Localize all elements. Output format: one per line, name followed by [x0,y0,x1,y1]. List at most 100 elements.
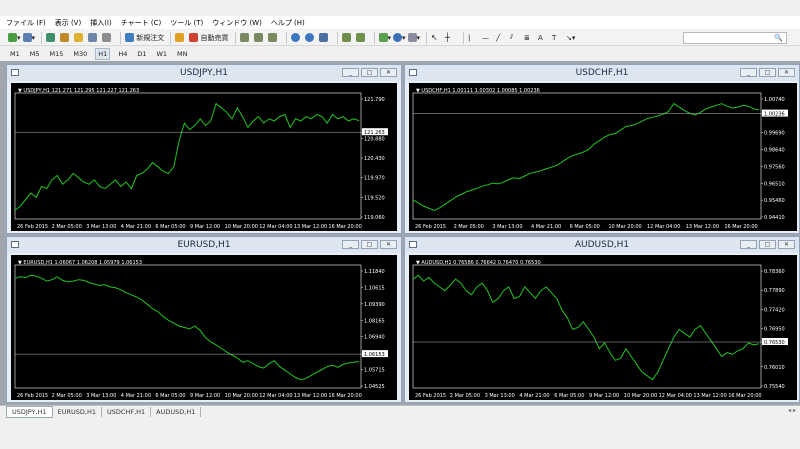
menu-help[interactable]: ヘルプ (H) [271,18,305,28]
close-button[interactable]: ✕ [778,68,795,77]
arrows-button[interactable]: ↘▾ [566,32,578,44]
crosshair-button[interactable]: ┼ [445,32,457,44]
timeframe-h4[interactable]: H4 [116,49,129,59]
arrows-icon: ↘▾ [566,33,576,42]
price-series-line [14,102,360,211]
time-axis-label: 9 Mar 12:00 [589,393,619,399]
chart-window-usdjpy[interactable]: USDJPY,H1 _ □ ✕ ▼ USDJPY,H1 121.271 121.295… [6,64,402,234]
chart-shift-button[interactable] [355,32,368,44]
new-chart-button[interactable]: ▾ [8,32,21,44]
bar-chart-button[interactable] [239,32,252,44]
trendline-button[interactable]: ╱ [496,32,508,44]
price-axis-label: 0.98640 [764,148,785,154]
price-series-line [14,274,360,381]
chart-window-icon [11,69,19,76]
window-title-bar[interactable]: EURUSD,H1 _ □ ✕ [7,237,401,253]
menu-view[interactable]: 表示 (V) [55,18,81,28]
profiles-button[interactable]: ▾ [22,32,35,44]
candlestick-button[interactable] [253,32,266,44]
chart-tab-eurusd[interactable]: EURUSD,H1 [53,406,103,417]
channel-icon: ⫽ [510,33,514,41]
price-chart[interactable]: ▼ AUDUSD,H1 0.76586 0.76642 0.76470 0.76… [409,255,797,400]
maximize-button[interactable]: □ [759,240,776,249]
price-chart[interactable]: ▼ EURUSD,H1 1.06067 1.06208 1.05979 1.06… [11,255,397,400]
window-title-bar[interactable]: AUDUSD,H1 _ □ ✕ [405,237,799,253]
text-label-button[interactable]: T [552,32,564,44]
chart-window-usdchf[interactable]: USDCHF,H1 _ □ ✕ ▼ USDCHF,H1 1.00111 1.00302… [404,64,800,234]
minimize-button[interactable]: _ [740,240,757,249]
window-title-bar[interactable]: USDCHF,H1 _ □ ✕ [405,65,799,81]
data-window-button[interactable] [60,32,72,44]
market-watch-button[interactable] [46,32,58,44]
tester-button[interactable] [102,32,114,44]
navigator-button[interactable] [74,32,86,44]
menu-file[interactable]: ファイル (F) [6,18,46,28]
vertical-line-button[interactable]: | [468,32,480,44]
window-title-bar[interactable]: USDJPY,H1 _ □ ✕ [7,65,401,81]
terminal-button[interactable] [88,32,100,44]
time-axis-label: 2 Mar 05:00 [454,224,484,230]
close-button[interactable]: ✕ [380,68,397,77]
timeframe-m15[interactable]: M15 [48,49,66,59]
tile-windows-button[interactable] [318,32,331,44]
timeframe-m1[interactable]: M1 [8,49,22,59]
chart-tab-usdchf[interactable]: USDCHF,H1 [102,406,152,417]
time-axis-label: 13 Mar 12:00 [294,393,327,399]
maximize-button[interactable]: □ [361,240,378,249]
timeframe-m5[interactable]: M5 [28,49,42,59]
menu-tools[interactable]: ツール (T) [170,18,203,28]
channel-button[interactable]: ⫽ [510,32,522,44]
autoscroll-icon [341,33,351,42]
price-axis-label: 1.06153 [364,352,385,358]
price-axis-label: 0.96510 [764,181,785,187]
search-input[interactable]: 🔍 [683,32,787,44]
auto-trading-label: 自動売買 [200,33,229,42]
timeframe-w1[interactable]: W1 [154,49,169,59]
menu-chart[interactable]: チャート (C) [121,18,162,28]
minimize-button[interactable]: _ [342,240,359,249]
fibonacci-button[interactable]: ≣ [524,32,536,44]
metaeditor-button[interactable] [175,32,187,44]
horizontal-line-button[interactable]: — [482,32,494,44]
cursor-icon: ↖ [431,33,438,42]
menu-insert[interactable]: 挿入(I) [90,18,112,28]
time-axis-label: 12 Mar 04:00 [259,393,292,399]
timeframe-bar: M1 M5 M15 M30 H1 H4 D1 W1 MN [0,47,800,61]
auto-trading-button[interactable]: 自動売買 [189,32,229,44]
window-title: USDCHF,H1 [575,68,629,78]
price-axis-label: 1.10615 [364,285,385,291]
new-order-button[interactable]: 新規注文 [125,32,164,44]
cursor-button[interactable]: ↖ [431,32,443,44]
new-order-icon [125,33,135,42]
zoom-out-button[interactable] [304,32,317,44]
templates-button[interactable]: ▾ [407,32,420,44]
price-axis-label: 0.75540 [764,384,785,390]
minimize-button[interactable]: _ [740,68,757,77]
close-button[interactable]: ✕ [778,240,795,249]
autoscroll-button[interactable] [341,32,354,44]
chart-tab-usdjpy[interactable]: USDJPY,H1 [6,405,53,418]
zoom-in-button[interactable] [290,32,303,44]
text-button[interactable]: A [538,32,550,44]
tab-scroll-arrows[interactable]: ◂ ▸ [788,407,796,414]
timeframe-d1[interactable]: D1 [135,49,148,59]
chart-window-eurusd[interactable]: EURUSD,H1 _ □ ✕ ▼ EURUSD,H1 1.06067 1.06208… [6,236,402,403]
chart-window-audusd[interactable]: AUDUSD,H1 _ □ ✕ ▼ AUDUSD,H1 0.76586 0.76642… [404,236,800,403]
menu-window[interactable]: ウィンドウ (W) [212,18,262,28]
timeframe-m30[interactable]: M30 [71,49,89,59]
minimize-button[interactable]: _ [342,68,359,77]
timeframe-h1[interactable]: H1 [95,48,111,60]
price-chart[interactable]: ▼ USDJPY,H1 121.271 121.295 121.227 121.… [11,83,397,231]
plot-frame [412,92,762,220]
indicators-button[interactable]: ▾ [378,32,391,44]
maximize-button[interactable]: □ [361,68,378,77]
chart-tab-audusd[interactable]: AUDUSD,H1 [151,406,202,417]
maximize-button[interactable]: □ [759,68,776,77]
close-button[interactable]: ✕ [380,240,397,249]
price-axis-label: 1.04525 [364,384,385,390]
time-axis-label: 13 Mar 12:00 [693,393,726,399]
timeframe-mn[interactable]: MN [175,49,189,59]
periods-button[interactable]: ▾ [393,32,406,44]
price-chart[interactable]: ▼ USDCHF,H1 1.00111 1.00302 1.00085 1.00… [409,83,797,231]
line-chart-button[interactable] [267,32,280,44]
